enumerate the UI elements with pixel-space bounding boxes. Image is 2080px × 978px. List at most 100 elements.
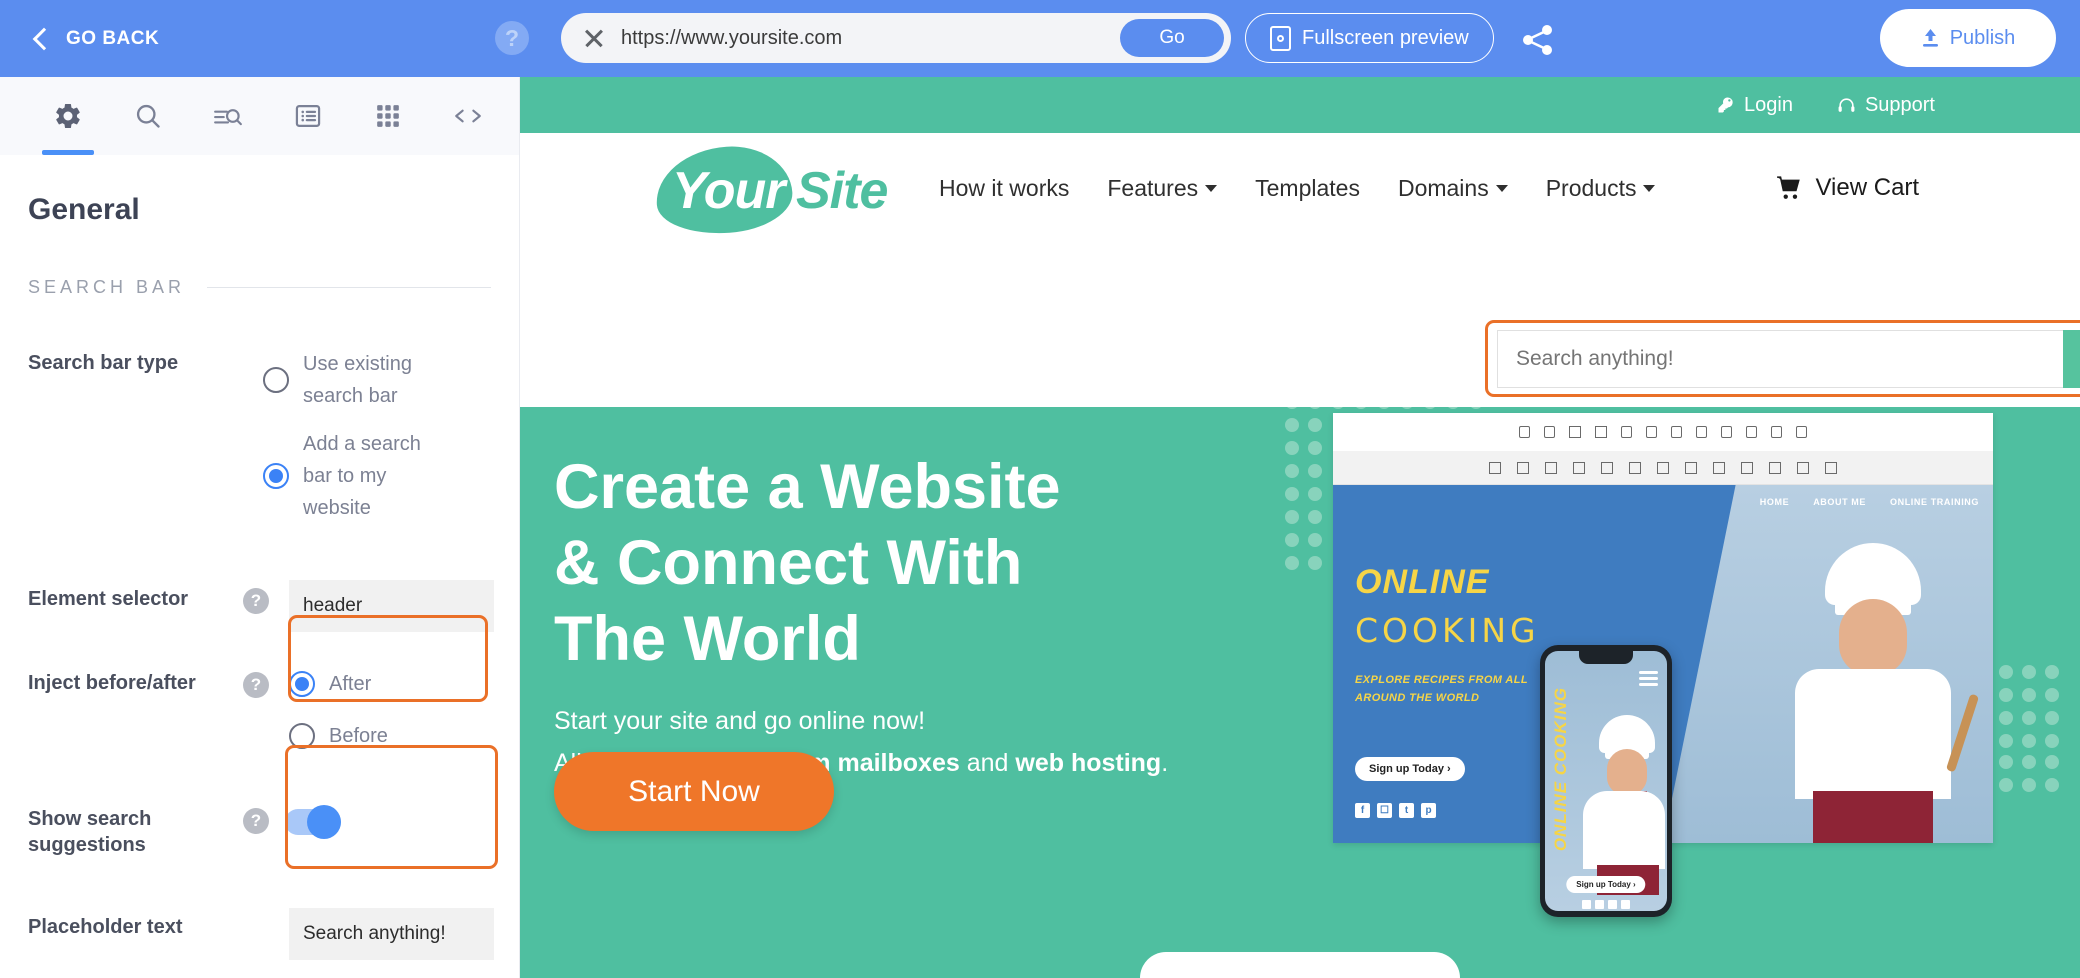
dot-pattern-left <box>1285 418 1322 570</box>
nav-item-how-it-works[interactable]: How it works <box>939 175 1069 202</box>
mockup-nav-about: ABOUT ME <box>1813 497 1866 507</box>
twitter-icon <box>1608 900 1617 909</box>
section-label: SEARCH BAR <box>28 277 186 297</box>
magnifier-icon <box>136 104 160 128</box>
label-show-search-suggestions: Show search suggestions <box>28 808 152 856</box>
support-link[interactable]: Support <box>1837 94 1935 117</box>
close-icon[interactable] <box>583 27 605 49</box>
upload-icon <box>1921 28 1940 48</box>
site-search-input[interactable] <box>1497 329 2063 388</box>
hero-section: Create a Website & Connect With The Worl… <box>520 407 2080 978</box>
phone-chef-illustration <box>1577 715 1665 895</box>
injected-search-bar <box>1485 320 2080 397</box>
nav-item-templates[interactable]: Templates <box>1255 175 1360 202</box>
help-icon[interactable]: ? <box>495 21 529 55</box>
radio-indicator <box>263 367 289 393</box>
hero-sub2-e: . <box>1161 749 1169 777</box>
phone-signup-button: Sign up Today › <box>1566 876 1646 893</box>
row-element-selector: Element selector ? <box>28 580 494 632</box>
start-now-button[interactable]: Start Now <box>554 752 834 831</box>
hero-subtitle-1: Start your site and go online now! <box>554 707 926 735</box>
radio-add-search-bar[interactable]: Add a search bar to my website <box>263 424 491 528</box>
tab-grid[interactable] <box>348 77 428 155</box>
nav-label: Templates <box>1255 174 1360 201</box>
placeholder-text-control <box>243 908 494 960</box>
hero-heading-line3: The World <box>554 604 861 674</box>
hero-sub2-d: web hosting <box>1015 749 1162 777</box>
share-icon[interactable] <box>1520 24 1556 56</box>
radio-label: Before <box>329 725 388 747</box>
login-link[interactable]: Login <box>1717 94 1793 117</box>
hero-copy: Create a Website & Connect With The Worl… <box>554 449 1168 778</box>
instagram-icon: ☐ <box>1377 803 1392 818</box>
radio-inject-before[interactable]: Before <box>289 716 491 756</box>
hero-sub2-c: and <box>959 749 1016 777</box>
help-icon-suggestions[interactable]: ? <box>243 808 269 834</box>
go-button[interactable]: Go <box>1120 19 1224 57</box>
list-search-icon <box>214 109 242 126</box>
mockup-nav-home: HOME <box>1759 497 1790 507</box>
nav-item-features[interactable]: Features <box>1107 175 1218 202</box>
nav-item-domains[interactable]: Domains <box>1398 175 1508 202</box>
show-search-suggestions-toggle[interactable] <box>285 805 341 839</box>
chef-face <box>1607 749 1647 795</box>
help-icon-element-selector[interactable]: ? <box>243 588 269 614</box>
label-search-bar-type: Search bar type <box>28 352 179 374</box>
site-preview: Login Support Your Site How it works Fea… <box>520 77 2080 978</box>
gear-icon <box>56 103 80 129</box>
radio-inject-after[interactable]: After <box>289 664 491 704</box>
label-inject-before-after: Inject before/after <box>28 672 196 694</box>
publish-label: Publish <box>1949 26 2016 49</box>
label-placeholder-text: Placeholder text <box>28 916 183 938</box>
radio-indicator <box>289 671 315 697</box>
mockup-site-nav: HOME ABOUT ME ONLINE TRAINING <box>1760 497 1979 507</box>
go-back-button[interactable]: GO BACK <box>32 27 160 50</box>
placeholder-text-input[interactable] <box>289 908 494 960</box>
radiogroup-inject: After Before <box>269 664 491 756</box>
nav-label: Products <box>1545 174 1637 201</box>
logo-text-site: Site <box>796 162 888 220</box>
fullscreen-preview-button[interactable]: Fullscreen preview <box>1245 13 1494 63</box>
tab-list[interactable] <box>268 77 348 155</box>
publish-button[interactable]: Publish <box>1880 9 2056 67</box>
code-icon <box>455 109 481 123</box>
site-logo[interactable]: Your Site <box>653 142 931 238</box>
row-show-search-suggestions: Show search suggestions ? <box>28 800 491 858</box>
mockup-signup-button: Sign up Today › <box>1355 757 1465 781</box>
phone-mockup: ONLINE COOKING Sign up Today › <box>1540 645 1672 917</box>
site-navbar: Your Site How it works Features Template… <box>520 133 2080 243</box>
login-label: Login <box>1744 93 1793 116</box>
radio-label: Add a search bar to my website <box>303 433 421 519</box>
chevron-down-icon <box>1205 184 1218 192</box>
mockup-social-icons: f ☐ t p <box>1355 803 1436 818</box>
hero-heading-line2: & Connect With <box>554 528 1023 598</box>
element-selector-input[interactable] <box>289 580 494 632</box>
chef-body <box>1795 669 1951 799</box>
radio-indicator <box>263 463 289 489</box>
go-back-label: GO BACK <box>66 27 160 49</box>
view-cart-button[interactable]: View Cart <box>1775 174 1919 202</box>
site-search-button[interactable] <box>2063 329 2080 388</box>
pinterest-icon <box>1621 900 1630 909</box>
tab-search[interactable] <box>108 77 188 155</box>
mockup-toolbar-primary <box>1333 413 1993 451</box>
section-header-search-bar: SEARCH BAR <box>28 277 491 298</box>
site-nav-items: How it works Features Templates Domains <box>939 175 1656 202</box>
row-placeholder-text: Placeholder text <box>28 908 494 960</box>
nav-label: How it works <box>939 174 1070 201</box>
url-input[interactable]: https://www.yoursite.com <box>621 27 1120 50</box>
mockup-subtitle-line1: EXPLORE RECIPES FROM ALL <box>1355 674 1528 686</box>
row-search-bar-type: Search bar type Use existing search bar … <box>28 344 491 528</box>
support-label: Support <box>1864 93 1935 116</box>
mockup-title-online: ONLINE <box>1355 563 1490 601</box>
dot-pattern-right <box>1999 665 2059 748</box>
chef-hat <box>1599 715 1655 759</box>
radio-label: Use existing search bar <box>303 353 412 407</box>
tab-search-results[interactable] <box>188 77 268 155</box>
tab-settings[interactable] <box>28 77 108 155</box>
radio-use-existing-search-bar[interactable]: Use existing search bar <box>263 344 491 416</box>
chef-hat <box>1825 543 1921 615</box>
help-icon-inject[interactable]: ? <box>243 672 269 698</box>
tab-code[interactable] <box>428 77 508 155</box>
nav-item-products[interactable]: Products <box>1546 175 1656 202</box>
